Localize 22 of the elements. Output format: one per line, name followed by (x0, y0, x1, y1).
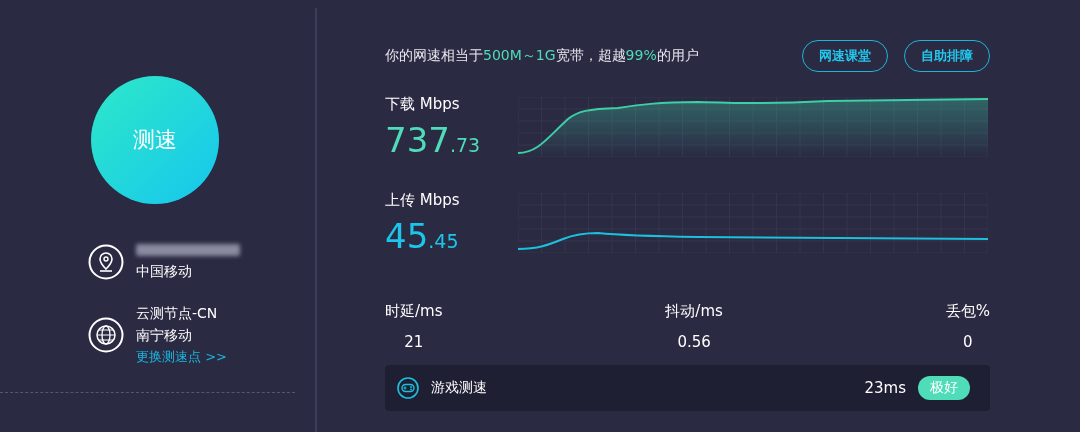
speed-label: 上传 Mbps (385, 190, 461, 210)
isp-name: 中国移动 (136, 262, 193, 280)
node-name: 云测节点-CN (136, 304, 219, 322)
stat-label: 抖动/ms (665, 302, 723, 321)
node-isp: 南宁移动 (136, 326, 193, 344)
stat-label: 丢包% (945, 302, 990, 321)
stat-value: 21 (404, 333, 424, 351)
location-pin-icon (88, 244, 124, 280)
speed-summary-text: 你的网速相当于500M～1G宽带，超越99%的用户 (385, 47, 699, 65)
speed-value: 45.45 (385, 215, 460, 256)
speed-label: 下载 Mbps (385, 94, 461, 114)
stat-value: 0 (963, 333, 973, 351)
rating-badge: 极好 (918, 376, 970, 400)
globe-icon (88, 317, 124, 353)
stat-label: 时延/ms (385, 302, 443, 321)
speed-value: 737.73 (385, 119, 482, 160)
stat-value: 0.56 (677, 333, 711, 351)
game-test-bar[interactable]: 游戏测速 23ms 极好 (385, 365, 990, 411)
game-test-label: 游戏测速 (431, 379, 488, 397)
gamepad-icon (397, 377, 419, 399)
game-latency: 23ms (864, 379, 906, 397)
change-node-link[interactable]: 更换测速点 >> (136, 348, 227, 366)
